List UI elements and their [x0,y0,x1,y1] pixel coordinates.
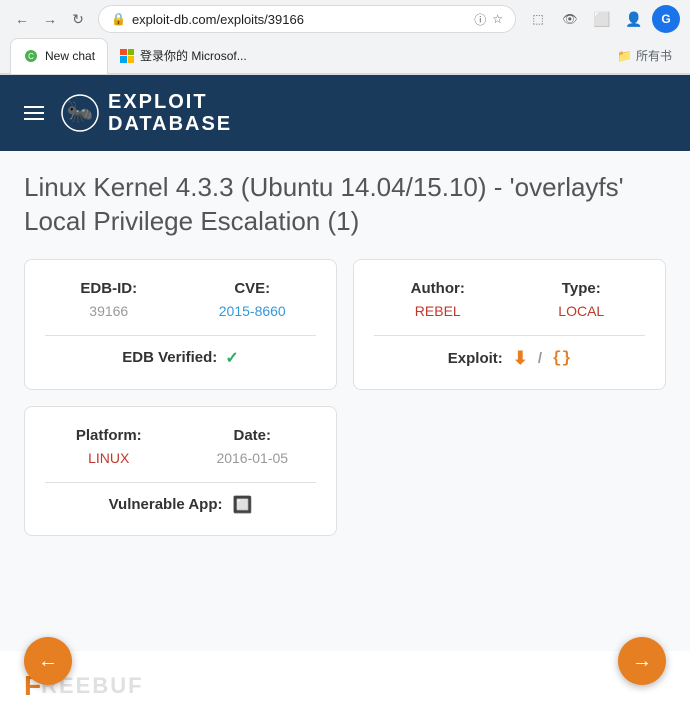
info-icon: ⓘ [474,11,486,28]
verified-label: EDB Verified: [122,349,217,366]
next-arrow-button[interactable]: → [618,637,666,685]
platform-value[interactable]: LINUX [45,450,173,466]
logo-text: EXPLOIT DATABASE [108,91,232,135]
platform-date-grid: Platform: LINUX Date: 2016-01-05 [45,427,316,466]
date-label: Date: [189,427,317,444]
type-item: Type: LOCAL [518,280,646,319]
tab-new-chat-label: New chat [45,49,95,63]
cve-value[interactable]: 2015-8660 [189,303,317,319]
exploit-title: Linux Kernel 4.3.3 (Ubuntu 14.04/15.10) … [24,171,666,239]
logo-line2: DATABASE [108,113,232,135]
back-button[interactable]: ← [10,7,34,31]
exploit-separator: / [538,350,542,367]
tabs-bar: C New chat 登录你的 Microsof... 📁 所有书 [0,38,690,74]
lock-icon: 🔒 [111,12,126,26]
vulnerable-app-icon[interactable]: 🔲 [232,495,252,515]
profile-icon-btn[interactable]: 👤 [620,5,648,33]
exploit-row: Exploit: ⬇ / {} [374,348,645,369]
check-icon: ✓ [225,348,238,368]
tab-favicon: C [23,48,39,64]
card-divider-3 [45,482,316,483]
card-author-type: Author: REBEL Type: LOCAL Exploit: ⬇ / {… [353,259,666,390]
refresh-button[interactable]: ↻ [66,7,90,31]
tab-microsoft[interactable]: 登录你的 Microsof... [108,38,259,74]
bookmarks-button[interactable]: 📁 所有书 [609,43,680,68]
date-value: 2016-01-05 [189,450,317,466]
main-content: Linux Kernel 4.3.3 (Ubuntu 14.04/15.10) … [0,151,690,651]
author-item: Author: REBEL [374,280,502,319]
tab-new-chat[interactable]: C New chat [10,38,108,74]
card-divider-2 [374,335,645,336]
bookmarks-icon: 📁 [617,49,632,63]
code-icon[interactable]: {} [552,349,571,367]
hamburger-menu[interactable] [24,106,44,120]
browser-chrome: ← → ↻ 🔒 exploit-db.com/exploits/39166 ⓘ … [0,0,690,75]
cast-button[interactable]: ⬚ [524,5,552,33]
bookmarks-label: 所有书 [636,47,672,64]
edb-cve-grid: EDB-ID: 39166 CVE: 2015-8660 [45,280,316,319]
site-header: 🐜 EXPLOIT DATABASE [0,75,690,151]
download-icon[interactable]: ⬇ [513,348,528,369]
microsoft-icon [120,49,134,63]
cve-label: CVE: [189,280,317,297]
prev-arrow-button[interactable]: ← [24,637,72,685]
svg-text:C: C [28,52,34,61]
forward-button[interactable]: → [38,7,62,31]
extensions-button[interactable]: ⬜ [588,5,616,33]
cards-row-top: EDB-ID: 39166 CVE: 2015-8660 EDB Verifie… [24,259,666,390]
site-logo: 🐜 EXPLOIT DATABASE [60,91,232,135]
page-content: 🐜 EXPLOIT DATABASE Linux Kernel 4.3.3 (U… [0,75,690,706]
profile-button[interactable]: G [652,5,680,33]
page-bottom: F REEBUF [0,651,690,706]
address-url: exploit-db.com/exploits/39166 [132,12,468,27]
cve-item: CVE: 2015-8660 [189,280,317,319]
type-value[interactable]: LOCAL [518,303,646,319]
toolbar-icons: ⬚ 👁 ⬜ 👤 G [524,5,680,33]
exploit-label: Exploit: [448,350,503,367]
platform-item: Platform: LINUX [45,427,173,466]
logo-ant-icon: 🐜 [60,93,100,133]
author-value[interactable]: REBEL [374,303,502,319]
type-label: Type: [518,280,646,297]
date-item: Date: 2016-01-05 [189,427,317,466]
edb-id-value: 39166 [45,303,173,319]
verified-row: EDB Verified: ✓ [45,348,316,368]
eye-slash-button[interactable]: 👁 [556,5,584,33]
vulnerable-app-label: Vulnerable App: [109,496,223,513]
svg-text:🐜: 🐜 [66,99,93,124]
platform-label: Platform: [45,427,173,444]
cards-row-bottom: Platform: LINUX Date: 2016-01-05 Vulnera… [24,406,666,536]
author-label: Author: [374,280,502,297]
card-platform-date: Platform: LINUX Date: 2016-01-05 Vulnera… [24,406,337,536]
browser-toolbar: ← → ↻ 🔒 exploit-db.com/exploits/39166 ⓘ … [0,0,690,38]
tab-microsoft-label: 登录你的 Microsof... [140,47,247,64]
nav-buttons: ← → ↻ [10,7,90,31]
author-type-grid: Author: REBEL Type: LOCAL [374,280,645,319]
edb-id-label: EDB-ID: [45,280,173,297]
vulnerable-app-row: Vulnerable App: 🔲 [45,495,316,515]
card-edb-cve: EDB-ID: 39166 CVE: 2015-8660 EDB Verifie… [24,259,337,390]
logo-line1: EXPLOIT [108,91,232,113]
address-bar[interactable]: 🔒 exploit-db.com/exploits/39166 ⓘ ☆ [98,5,516,33]
card-divider-1 [45,335,316,336]
star-icon: ☆ [492,12,503,26]
edb-id-item: EDB-ID: 39166 [45,280,173,319]
